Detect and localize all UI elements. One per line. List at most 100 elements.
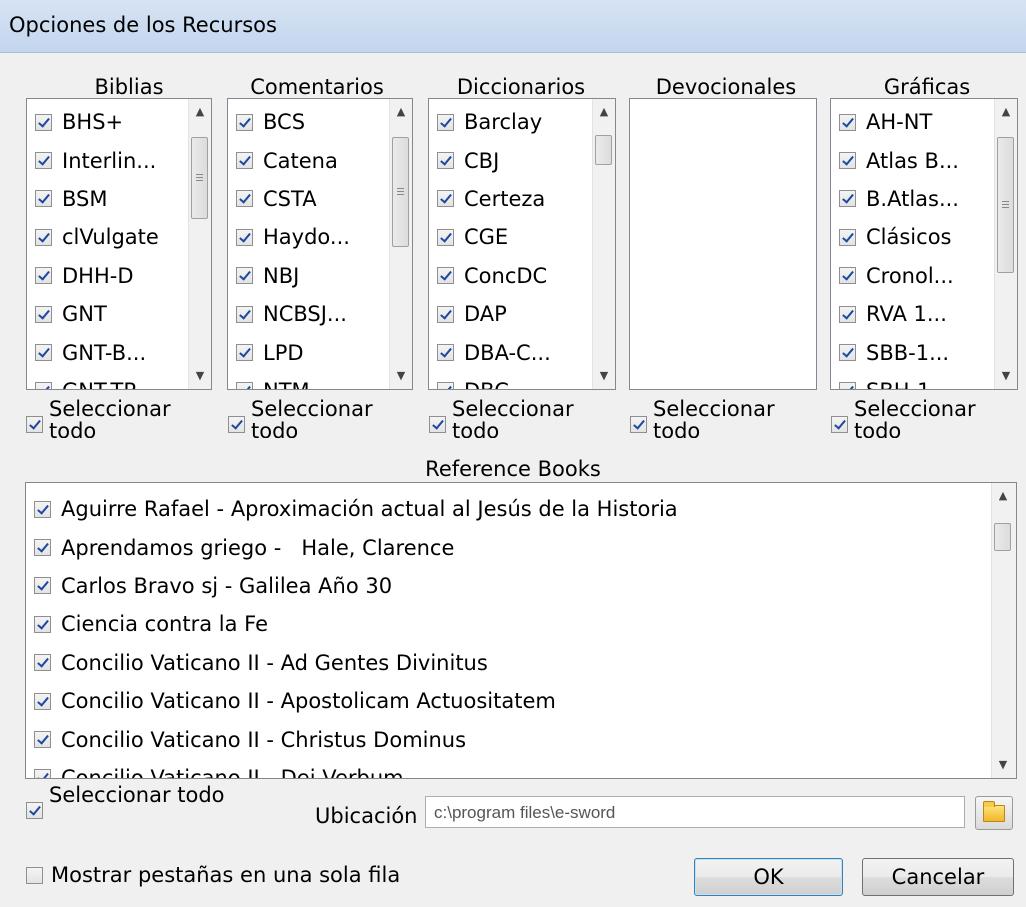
item-checkbox[interactable] bbox=[437, 305, 454, 323]
item-checkbox[interactable] bbox=[839, 113, 856, 131]
item-checkbox[interactable] bbox=[437, 267, 454, 285]
item-checkbox[interactable] bbox=[236, 228, 253, 246]
list-item[interactable]: Certeza bbox=[429, 180, 591, 218]
list-item[interactable]: Barclay bbox=[429, 103, 591, 141]
list-item[interactable]: AH-NT bbox=[831, 103, 993, 141]
select-all-checkbox[interactable] bbox=[26, 416, 43, 433]
select-all-checkbox[interactable] bbox=[228, 416, 245, 433]
list-item[interactable]: CBJ bbox=[429, 141, 591, 179]
list-item[interactable]: RVA 1... bbox=[831, 295, 993, 333]
reference-books-scrollbar[interactable]: ▲ ▼ bbox=[991, 483, 1016, 778]
scroll-up-arrow-icon[interactable]: ▲ bbox=[593, 101, 615, 123]
item-checkbox[interactable] bbox=[236, 305, 253, 323]
list-item[interactable]: NCBSJ... bbox=[228, 295, 388, 333]
scroll-thumb[interactable] bbox=[997, 137, 1014, 273]
item-checkbox[interactable] bbox=[437, 190, 454, 208]
item-checkbox[interactable] bbox=[236, 113, 253, 131]
list-item[interactable]: Interlin... bbox=[27, 141, 187, 179]
item-checkbox[interactable] bbox=[34, 654, 51, 672]
browse-folder-button[interactable] bbox=[975, 796, 1013, 830]
list-item[interactable]: Ciencia contra la Fe bbox=[26, 605, 990, 643]
list-item[interactable]: GNT bbox=[27, 295, 187, 333]
list-item[interactable]: Carlos Bravo sj - Galilea Año 30 bbox=[26, 567, 990, 605]
item-checkbox[interactable] bbox=[437, 113, 454, 131]
list-item[interactable]: Catena bbox=[228, 141, 388, 179]
reference-select-all[interactable]: Seleccionar todo bbox=[26, 784, 225, 824]
item-checkbox[interactable] bbox=[437, 152, 454, 170]
graficas-list[interactable]: AH-NT Atlas B... B.Atlas... Clásicos Cronol.… bbox=[830, 98, 1018, 390]
list-item[interactable]: Haydo... bbox=[228, 218, 388, 256]
ok-button[interactable]: OK bbox=[694, 858, 843, 896]
list-item[interactable]: GNT-TR bbox=[27, 372, 187, 389]
scroll-down-arrow-icon[interactable]: ▼ bbox=[189, 365, 211, 387]
comentarios-scrollbar[interactable]: ▲ ▼ bbox=[389, 99, 412, 389]
list-item[interactable]: GNT-B... bbox=[27, 333, 187, 371]
item-checkbox[interactable] bbox=[437, 382, 454, 389]
scroll-thumb[interactable] bbox=[595, 135, 612, 165]
scroll-thumb[interactable] bbox=[994, 523, 1011, 551]
select-all-checkbox[interactable] bbox=[831, 416, 848, 433]
select-all-checkbox[interactable] bbox=[630, 416, 647, 433]
list-item[interactable]: DBA-C... bbox=[429, 333, 591, 371]
list-item[interactable]: Aguirre Rafael - Aproximación actual al … bbox=[26, 490, 990, 528]
devocionales-list[interactable] bbox=[629, 98, 817, 390]
item-checkbox[interactable] bbox=[34, 769, 51, 778]
graficas-scrollbar[interactable]: ▲ ▼ bbox=[994, 99, 1017, 389]
graficas-select-all[interactable]: Seleccionar todo bbox=[831, 398, 994, 438]
list-item[interactable]: NTM bbox=[228, 372, 388, 389]
item-checkbox[interactable] bbox=[236, 152, 253, 170]
item-checkbox[interactable] bbox=[839, 344, 856, 362]
item-checkbox[interactable] bbox=[35, 382, 52, 389]
item-checkbox[interactable] bbox=[839, 267, 856, 285]
scroll-down-arrow-icon[interactable]: ▼ bbox=[992, 754, 1014, 776]
list-item[interactable]: DHH-D bbox=[27, 257, 187, 295]
single-row-tabs-option[interactable]: Mostrar pestañas en una sola fila bbox=[26, 863, 400, 887]
scroll-down-arrow-icon[interactable]: ▼ bbox=[593, 365, 615, 387]
list-item[interactable]: SBB-1... bbox=[831, 333, 993, 371]
list-item[interactable]: clVulgate bbox=[27, 218, 187, 256]
item-checkbox[interactable] bbox=[839, 152, 856, 170]
item-checkbox[interactable] bbox=[437, 228, 454, 246]
biblias-list[interactable]: BHS+ Interlin... BSM clVulgate DHH-D GNT GNT-B… bbox=[26, 98, 212, 390]
item-checkbox[interactable] bbox=[236, 344, 253, 362]
item-checkbox[interactable] bbox=[34, 577, 51, 595]
item-checkbox[interactable] bbox=[236, 382, 253, 389]
scroll-down-arrow-icon[interactable]: ▼ bbox=[390, 365, 412, 387]
item-checkbox[interactable] bbox=[34, 692, 51, 710]
list-item[interactable]: Concilio Vaticano II - Christus Dominus bbox=[26, 720, 990, 758]
item-checkbox[interactable] bbox=[236, 190, 253, 208]
scroll-thumb[interactable] bbox=[191, 137, 208, 219]
reference-books-list[interactable]: Aguirre Rafael - Aproximación actual al … bbox=[25, 482, 1017, 779]
devocionales-select-all[interactable]: Seleccionar todo bbox=[630, 398, 793, 438]
item-checkbox[interactable] bbox=[35, 305, 52, 323]
diccionarios-list[interactable]: Barclay CBJ Certeza CGE ConcDC DAP DBA-C... DBC… bbox=[428, 98, 616, 390]
item-checkbox[interactable] bbox=[35, 190, 52, 208]
diccionarios-scrollbar[interactable]: ▲ ▼ bbox=[592, 99, 615, 389]
list-item[interactable]: DAP bbox=[429, 295, 591, 333]
scroll-up-arrow-icon[interactable]: ▲ bbox=[189, 101, 211, 123]
item-checkbox[interactable] bbox=[35, 267, 52, 285]
scroll-down-arrow-icon[interactable]: ▼ bbox=[995, 365, 1017, 387]
single-row-tabs-checkbox[interactable] bbox=[26, 866, 43, 884]
list-item[interactable]: Concilio Vaticano II - Dei Verbum bbox=[26, 759, 990, 778]
scroll-up-arrow-icon[interactable]: ▲ bbox=[992, 485, 1014, 507]
item-checkbox[interactable] bbox=[35, 344, 52, 362]
item-checkbox[interactable] bbox=[839, 190, 856, 208]
biblias-scrollbar[interactable]: ▲ ▼ bbox=[188, 99, 211, 389]
item-checkbox[interactable] bbox=[236, 267, 253, 285]
item-checkbox[interactable] bbox=[437, 344, 454, 362]
list-item[interactable]: LPD bbox=[228, 333, 388, 371]
cancel-button[interactable]: Cancelar bbox=[862, 858, 1014, 896]
scroll-up-arrow-icon[interactable]: ▲ bbox=[390, 101, 412, 123]
item-checkbox[interactable] bbox=[34, 731, 51, 749]
item-checkbox[interactable] bbox=[839, 228, 856, 246]
list-item[interactable]: BHS+ bbox=[27, 103, 187, 141]
list-item[interactable]: Clásicos bbox=[831, 218, 993, 256]
list-item[interactable]: B.Atlas... bbox=[831, 180, 993, 218]
list-item[interactable]: CGE bbox=[429, 218, 591, 256]
item-checkbox[interactable] bbox=[35, 113, 52, 131]
list-item[interactable]: BCS bbox=[228, 103, 388, 141]
item-checkbox[interactable] bbox=[34, 539, 51, 557]
reference-select-all-checkbox[interactable] bbox=[26, 802, 43, 819]
scroll-thumb[interactable] bbox=[392, 137, 409, 247]
